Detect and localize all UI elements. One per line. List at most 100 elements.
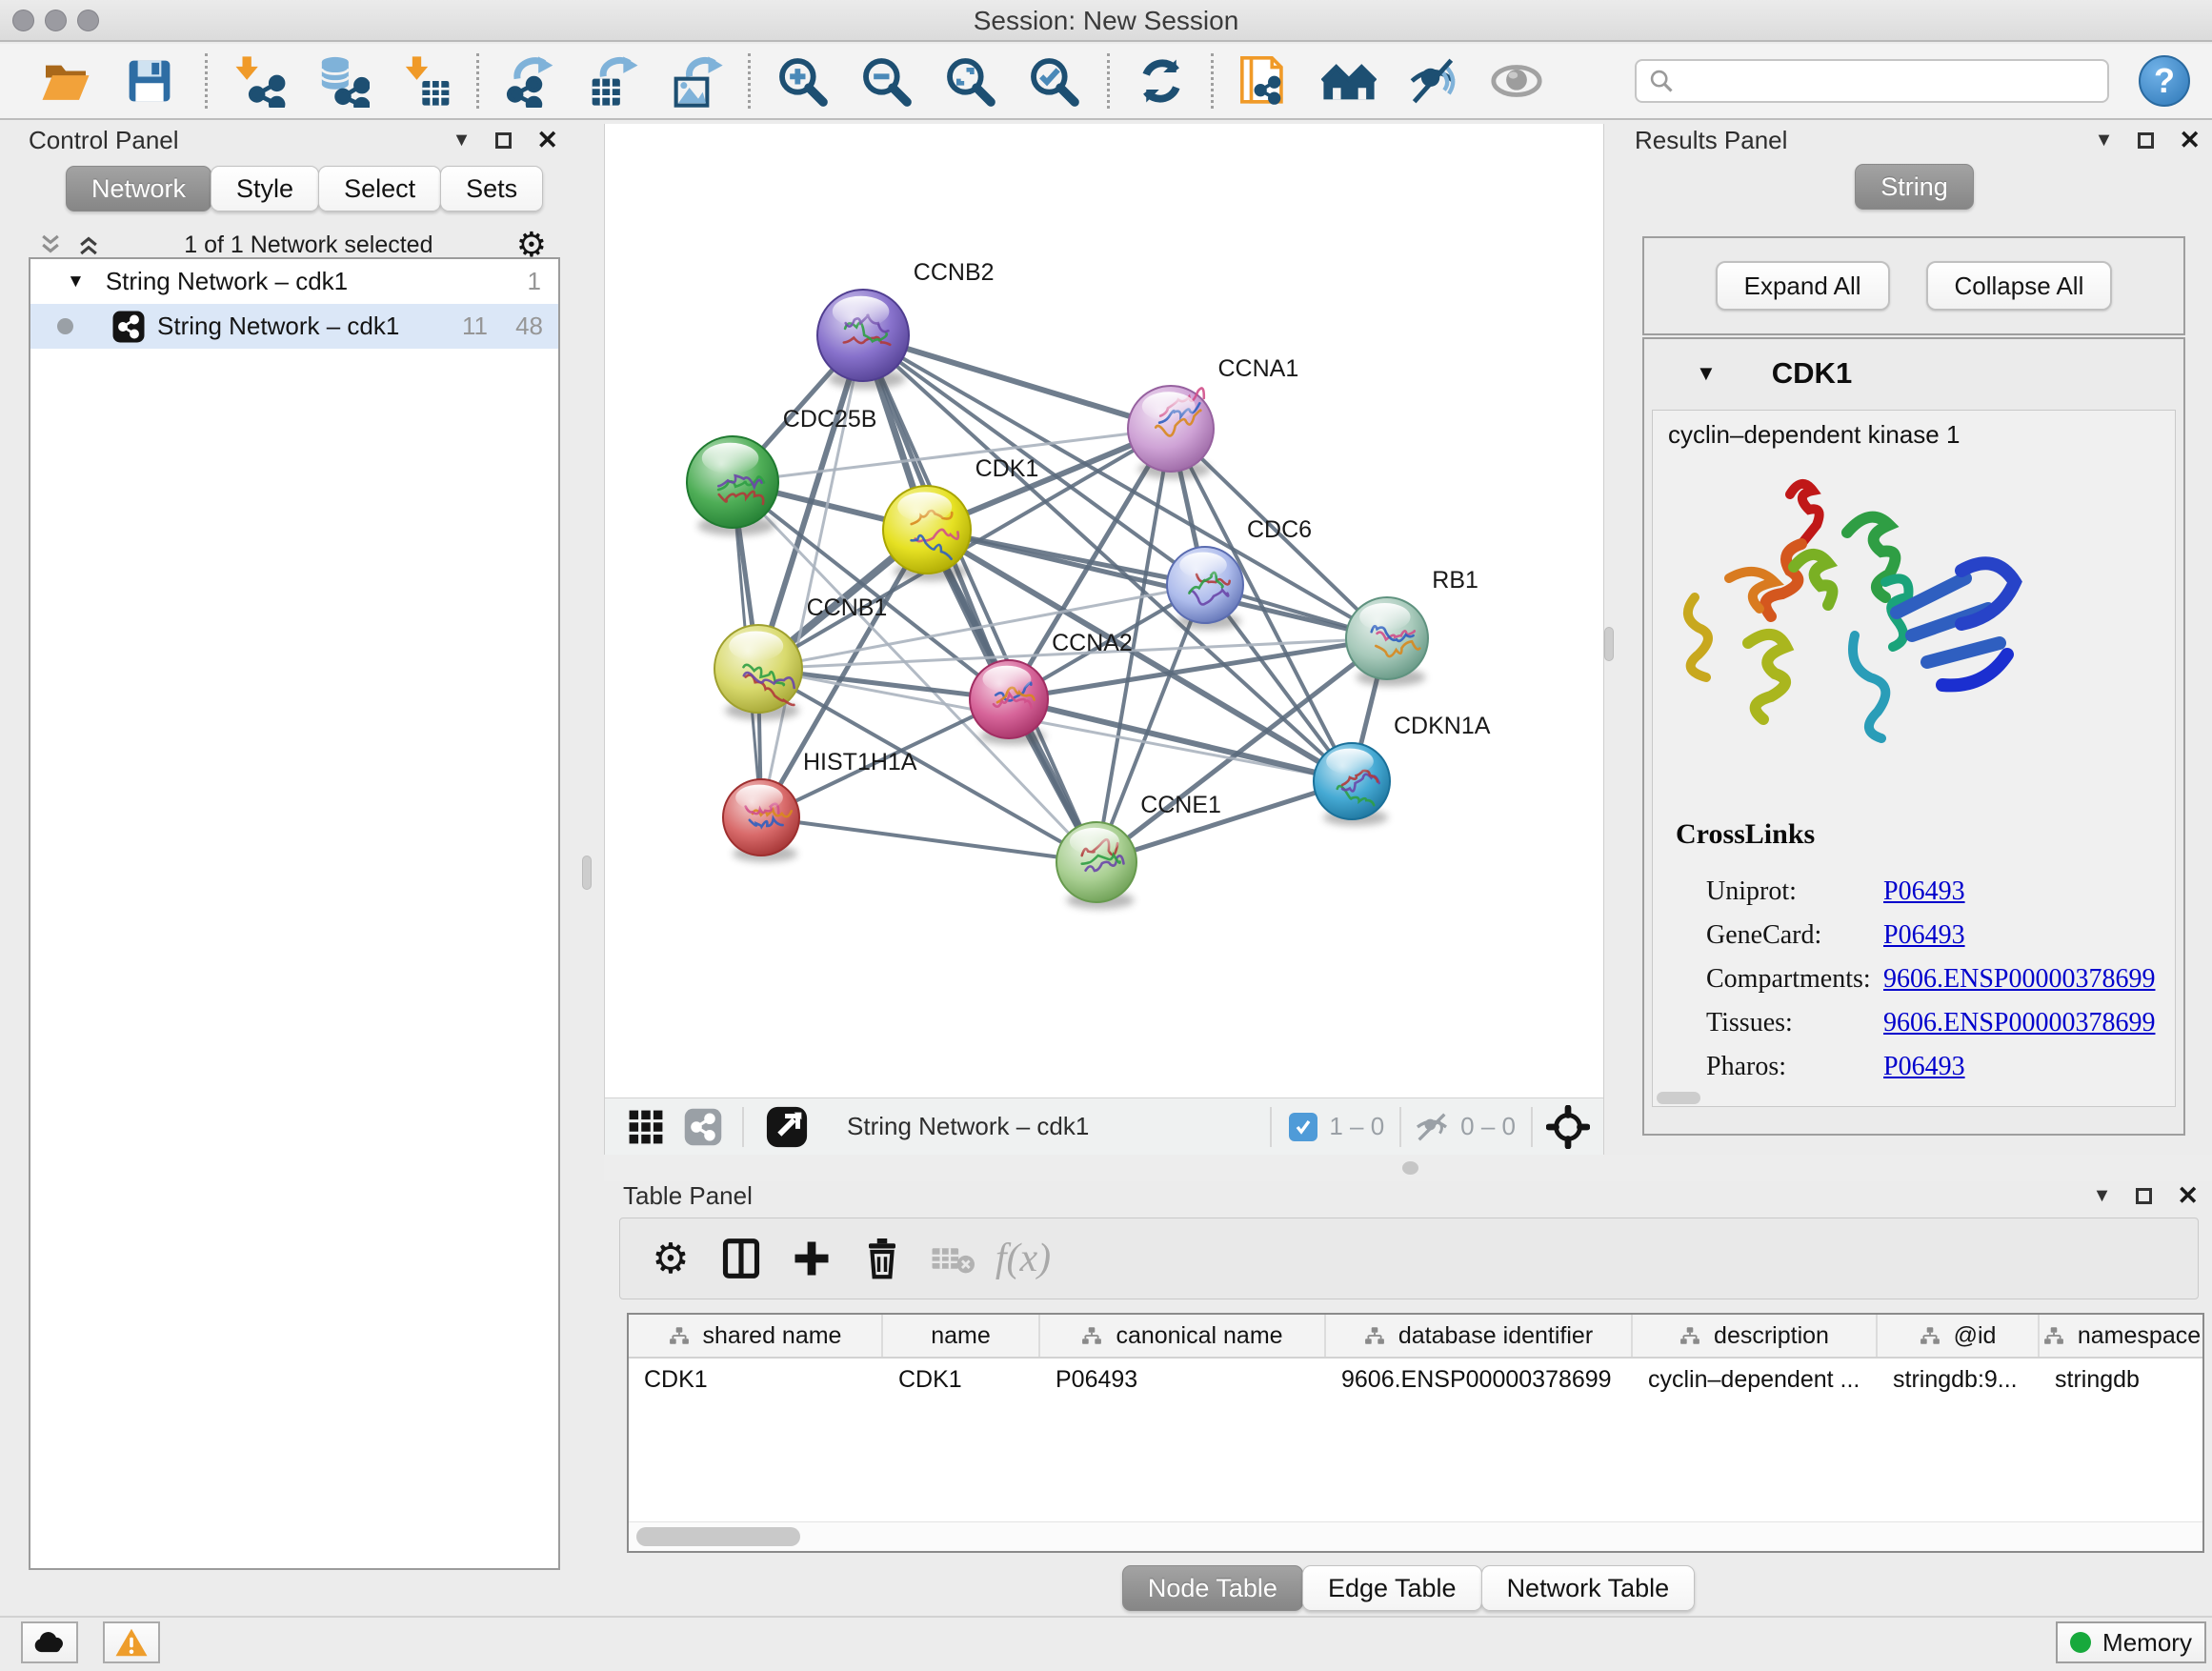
horizontal-splitter[interactable]: [604, 1155, 2212, 1181]
column-header-canonical-name[interactable]: canonical name: [1040, 1315, 1326, 1357]
export-image-button[interactable]: [656, 49, 740, 113]
network-node-CDC25B[interactable]: [687, 436, 778, 535]
table-cell[interactable]: P06493: [1040, 1359, 1326, 1400]
column-header-namespace[interactable]: namespace: [2040, 1315, 2204, 1357]
hide-graphics-details-button[interactable]: [1391, 49, 1475, 113]
column-header-name[interactable]: name: [883, 1315, 1040, 1357]
center-view-icon[interactable]: [1546, 1105, 1590, 1149]
expand-all-icon[interactable]: [76, 232, 101, 257]
network-node-RB1[interactable]: [1346, 597, 1428, 686]
clear-table-icon[interactable]: [917, 1225, 988, 1292]
import-table-file-button[interactable]: [385, 49, 469, 113]
network-edge-CCNB2-CCNE1[interactable]: [863, 335, 1096, 862]
selected-checkbox[interactable]: [1289, 1113, 1317, 1141]
network-node-CCNA2[interactable]: [970, 660, 1048, 745]
network-edge-CCNB2-RB1[interactable]: [863, 335, 1387, 638]
panel-close-icon[interactable]: ✕: [536, 128, 558, 153]
warning-button[interactable]: [103, 1621, 160, 1663]
network-edge-CCNB2-CCNA1[interactable]: [863, 335, 1171, 429]
table-settings-gear-icon[interactable]: ⚙: [635, 1225, 706, 1292]
tree-expander-icon[interactable]: ▼: [67, 272, 85, 292]
zoom-out-button[interactable]: [844, 49, 928, 113]
column-header--id[interactable]: @id: [1878, 1315, 2040, 1357]
table-cell[interactable]: 9606.ENSP00000378699: [1326, 1359, 1633, 1400]
crosslink-link[interactable]: 9606.ENSP00000378699: [1883, 964, 2155, 995]
network-node-HIST1H1A[interactable]: [723, 779, 799, 862]
export-table-button[interactable]: [573, 49, 656, 113]
network-edge-HIST1H1A-CCNE1[interactable]: [761, 817, 1096, 862]
network-node-CDK1[interactable]: [883, 486, 971, 581]
zoom-selected-button[interactable]: [1012, 49, 1096, 113]
panel-float-icon[interactable]: [2138, 132, 2154, 149]
crosslink-link[interactable]: 9606.ENSP00000378699: [1883, 1008, 2155, 1038]
crosslink-link[interactable]: P06493: [1883, 920, 1965, 951]
vertical-splitter-grip[interactable]: [1604, 627, 1614, 661]
grid-view-icon[interactable]: [628, 1109, 664, 1145]
save-session-button[interactable]: [108, 49, 191, 113]
share-session-file-button[interactable]: [1223, 49, 1307, 113]
search-input[interactable]: [1675, 66, 2107, 97]
network-node-CCNE1[interactable]: [1056, 822, 1136, 909]
network-collection-row[interactable]: ▼ String Network – cdk1 1: [30, 259, 558, 304]
network-canvas[interactable]: CCNB2CCNA1CDC25BCDK1CDC6RB1CCNB1CCNA2CDK…: [605, 124, 1603, 1097]
tab-sets[interactable]: Sets: [440, 166, 543, 211]
panel-menu-icon[interactable]: ▼: [452, 130, 472, 151]
panel-close-icon[interactable]: ✕: [2179, 128, 2201, 153]
tab-string[interactable]: String: [1855, 164, 1974, 210]
split-panel-icon[interactable]: [706, 1225, 776, 1292]
collapse-all-button[interactable]: Collapse All: [1926, 261, 2113, 311]
panel-float-icon[interactable]: [495, 132, 512, 149]
table-cell[interactable]: cyclin–dependent ...: [1633, 1359, 1878, 1400]
table-cell[interactable]: CDK1: [629, 1359, 883, 1400]
results-scrollbar-thumb[interactable]: [1657, 1092, 1700, 1104]
crosslink-link[interactable]: P06493: [1883, 1052, 1965, 1082]
export-network-button[interactable]: [489, 49, 573, 113]
table-row[interactable]: CDK1CDK1P064939606.ENSP00000378699cyclin…: [629, 1359, 2202, 1400]
entry-header-cdk1[interactable]: ▼ CDK1: [1644, 339, 2183, 408]
tab-node-table[interactable]: Node Table: [1122, 1565, 1303, 1611]
help-button[interactable]: ?: [2134, 49, 2195, 113]
zoom-fit-button[interactable]: [928, 49, 1012, 113]
network-node-CDKN1A[interactable]: [1314, 743, 1390, 826]
table-horizontal-scrollbar[interactable]: [629, 1521, 2202, 1551]
table-cell[interactable]: CDK1: [883, 1359, 1040, 1400]
table-cell[interactable]: stringdb:9...: [1878, 1359, 2040, 1400]
refresh-button[interactable]: [1119, 49, 1203, 113]
tab-network[interactable]: Network: [66, 166, 211, 211]
share-view-icon[interactable]: [683, 1107, 723, 1147]
import-network-database-button[interactable]: [301, 49, 385, 113]
entry-expander-icon[interactable]: ▼: [1696, 361, 1717, 386]
birdseye-view-icon[interactable]: [765, 1105, 809, 1149]
show-graphics-details-button[interactable]: [1475, 49, 1558, 113]
tab-select[interactable]: Select: [318, 166, 441, 211]
cloud-button[interactable]: [21, 1621, 78, 1663]
splitter-handle[interactable]: [1402, 1161, 1418, 1175]
panel-close-icon[interactable]: ✕: [2177, 1183, 2199, 1209]
network-row-selected[interactable]: String Network – cdk1 11 48: [30, 304, 558, 349]
network-node-CCNB1[interactable]: [714, 625, 802, 720]
apply-function-icon[interactable]: f(x): [988, 1225, 1058, 1292]
open-session-button[interactable]: [24, 49, 108, 113]
crosslink-link[interactable]: P06493: [1883, 876, 1965, 907]
zoom-in-button[interactable]: [760, 49, 844, 113]
column-header-description[interactable]: description: [1633, 1315, 1878, 1357]
vertical-splitter-grip[interactable]: [582, 856, 592, 890]
network-node-CCNA1[interactable]: [1128, 386, 1214, 479]
home-button[interactable]: [1307, 49, 1391, 113]
expand-all-button[interactable]: Expand All: [1716, 261, 1890, 311]
scrollbar-thumb[interactable]: [636, 1527, 800, 1546]
memory-button[interactable]: Memory: [2056, 1621, 2206, 1663]
panel-menu-icon[interactable]: ▼: [2093, 1185, 2112, 1207]
network-node-CDC6[interactable]: [1167, 547, 1243, 630]
network-edge-CDK1-RB1[interactable]: [927, 530, 1387, 638]
add-column-icon[interactable]: [776, 1225, 847, 1292]
table-cell[interactable]: stringdb: [2040, 1359, 2204, 1400]
panel-menu-icon[interactable]: ▼: [2095, 130, 2114, 151]
collapse-all-icon[interactable]: [38, 232, 63, 257]
column-header-database-identifier[interactable]: database identifier: [1326, 1315, 1633, 1357]
delete-column-trash-icon[interactable]: [847, 1225, 917, 1292]
tab-style[interactable]: Style: [211, 166, 319, 211]
tab-network-table[interactable]: Network Table: [1481, 1565, 1696, 1611]
column-header-shared-name[interactable]: shared name: [629, 1315, 883, 1357]
panel-float-icon[interactable]: [2136, 1188, 2152, 1204]
